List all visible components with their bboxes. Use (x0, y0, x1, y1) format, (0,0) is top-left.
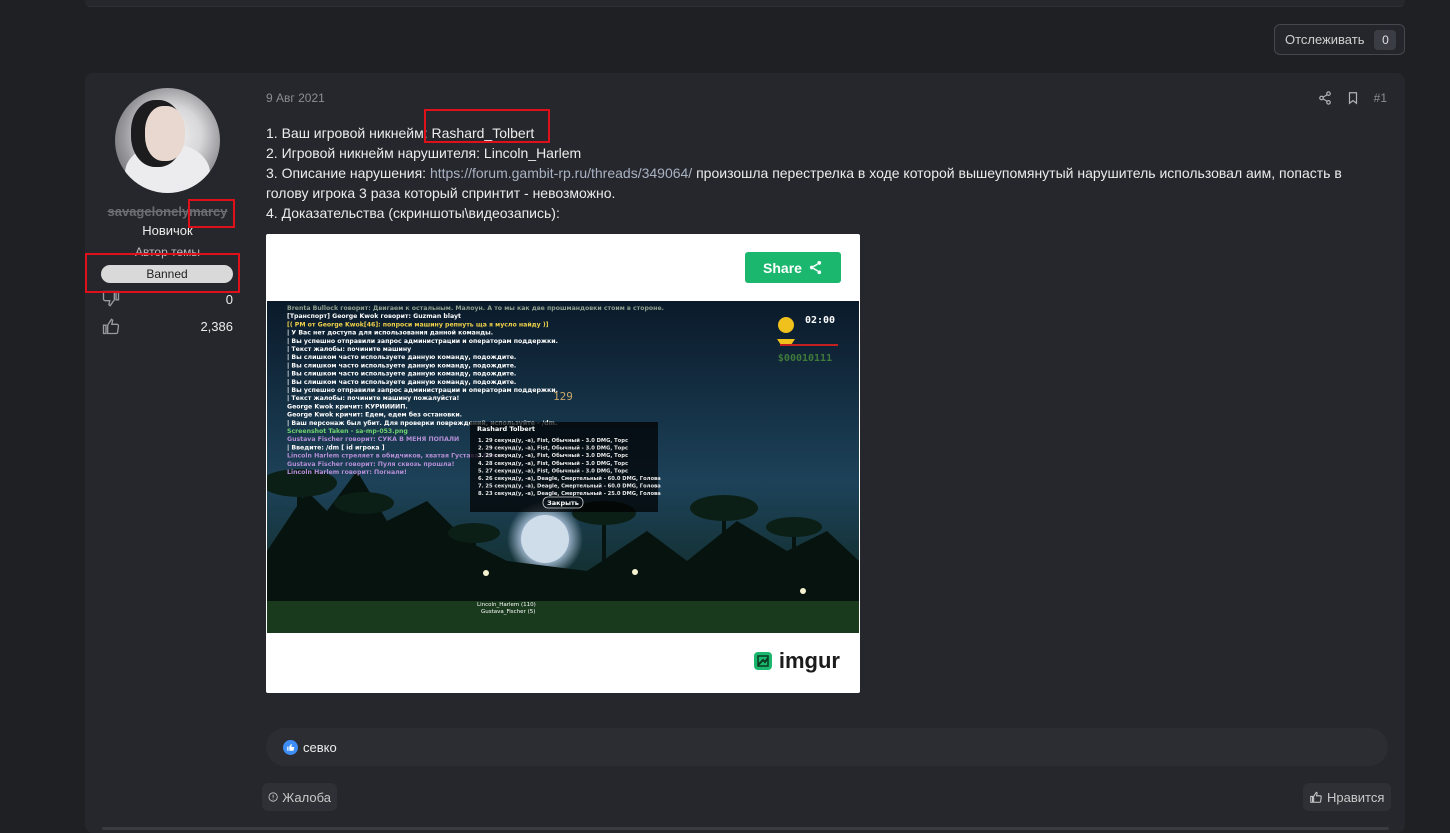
chat-line: | Текст жалобы: почините машину (287, 345, 411, 354)
chat-line: | Вы успешно отправили запрос администра… (287, 387, 558, 395)
chat-line: Brenta Bullock говорит: Двигаем к осталь… (287, 305, 664, 312)
imgur-embed: Share Brenta Bullock говорит: Двигаем к … (266, 234, 860, 693)
dialog-row: 7. 25 секунд(у, -а), Deagle, Смертельный… (478, 483, 661, 490)
chat-line: | Вы успешно отправили запрос администра… (287, 338, 558, 346)
scroll-divider (102, 827, 1389, 830)
line-3-label: 3. Описание нарушения: (266, 165, 430, 181)
watch-count: 0 (1374, 29, 1397, 50)
post: savagelonelymarcy Новичок Автор темы Ban… (85, 73, 1405, 833)
chat-line: George Kwok кричит: Едем, едем без остан… (287, 411, 462, 419)
dialog-row: 8. 23 секунд(у, -а), Deagle, Смертельный… (478, 490, 661, 497)
watch-thread-button[interactable]: Отслеживать 0 (1274, 24, 1405, 55)
chat-line: | Вы слишком часто используете данную ко… (287, 379, 516, 387)
imgur-logo[interactable]: imgur (753, 648, 840, 674)
dialog-row: 5. 27 секунд(у, -а), Fist, Обычный - 3.0… (478, 467, 628, 474)
report-button[interactable]: Жалоба (262, 783, 337, 811)
previous-panel (85, 0, 1405, 7)
dialog-row: 4. 28 секунд(у, -а), Fist, Обычный - 3.0… (478, 460, 628, 467)
dislikes-stat: 0 (101, 289, 233, 309)
chat-line: | Текст жалобы: почините машину пожалуйс… (287, 394, 459, 403)
line-4: 4. Доказательства (скриншоты\видеозапись… (266, 205, 560, 221)
report-icon (268, 792, 278, 802)
like-icon (102, 318, 120, 335)
nametag-2: Gustava_Fischer (5) (481, 609, 535, 615)
line-2: 2. Игровой никнейм нарушителя: Lincoln_H… (266, 145, 582, 161)
reaction-users[interactable]: севко (303, 740, 337, 755)
watch-label: Отслеживать (1285, 32, 1365, 47)
line-1-value: Rashard_Tolbert (431, 125, 535, 141)
chat-line: George Kwok кричит: КУРИИИИП. (287, 403, 408, 410)
dialog-close[interactable]: Закрыть (547, 499, 579, 507)
like-label: Нравится (1327, 789, 1385, 805)
dislikes-count: 0 (225, 291, 233, 307)
likes-count: 2,386 (200, 318, 233, 334)
hud-counter: 129 (553, 390, 573, 403)
post-date[interactable]: 9 Авг 2021 (266, 91, 325, 105)
dialog-title: Rashard Tolbert (477, 425, 535, 433)
chat-line: | Введите: /dm [ id игрока ] (287, 444, 385, 452)
post-body: 1. Ваш игровой никнейм: Rashard_Tolbert … (266, 123, 1376, 223)
share-icon (809, 260, 822, 275)
chat-line: | Вы слишком часто используете данную ко… (287, 354, 516, 362)
imgur-wordmark: imgur (778, 648, 840, 673)
share-icon[interactable] (1318, 91, 1332, 105)
dialog-row: 3. 29 секунд(у, -а), Fist, Обычный - 3.0… (478, 452, 628, 459)
banned-badge: Banned (101, 265, 233, 283)
embed-share-button[interactable]: Share (745, 252, 841, 283)
like-icon (1310, 791, 1322, 803)
report-label: Жалоба (282, 789, 331, 805)
chat-line: | Вы слишком часто используете данную ко… (287, 371, 516, 379)
imgur-icon (753, 652, 772, 670)
line-1-label: 1. Ваш игровой никнейм: (266, 125, 432, 141)
hud-timer: 02:00 (805, 315, 835, 326)
dislike-icon (102, 290, 120, 307)
chat-line: | У Вас нет доступа для использования да… (287, 329, 493, 338)
avatar[interactable] (115, 88, 220, 193)
chat-line: [Транспорт] George Kwok говорит: Guzman … (287, 313, 461, 320)
chat-line: Gustava Fischer говорит: СУКА В МЕНЯ ПОП… (287, 436, 459, 443)
post-actions: #1 (1318, 91, 1387, 105)
hud-money: $00010111 (778, 353, 832, 364)
bookmark-icon[interactable] (1346, 91, 1360, 105)
chat-line: Screenshot Taken - sa-mp-053.png (287, 428, 408, 435)
user-title: Новичок (142, 223, 193, 238)
post-number[interactable]: #1 (1374, 91, 1387, 105)
like-reaction-icon (283, 739, 298, 755)
likes-stat: 2,386 (101, 316, 233, 336)
dialog-row: 1. 29 секунд(у, -а), Fist, Обычный - 3.0… (478, 437, 628, 444)
chat-line: Lincoln Harlem говорит: Погнали! (287, 469, 407, 476)
nametag-1: Lincoln_Harlem (110) (477, 602, 536, 608)
like-button[interactable]: Нравится (1303, 783, 1391, 811)
chat-line: | Вы слишком часто используете данную ко… (287, 362, 516, 370)
dialog-row: 2. 29 секунд(у, -а), Fist, Обычный - 3.0… (478, 445, 628, 452)
reactions-bar[interactable]: севко (266, 728, 1388, 766)
chat-line: [( PM от George Kwok[46]: попроси машину… (287, 320, 549, 328)
username[interactable]: savagelonelymarcy (85, 204, 250, 219)
chat-line: Gustava Fischer говорит: Пуля сквозь про… (287, 461, 454, 468)
game-screenshot[interactable]: Brenta Bullock говорит: Двигаем к осталь… (267, 301, 859, 633)
embed-share-label: Share (763, 259, 802, 276)
thread-author-label: Автор темы (134, 245, 201, 259)
thread-link[interactable]: https://forum.gambit-rp.ru/threads/34906… (430, 165, 692, 181)
dialog-row: 6. 26 секунд(у, -а), Deagle, Смертельный… (478, 475, 661, 482)
